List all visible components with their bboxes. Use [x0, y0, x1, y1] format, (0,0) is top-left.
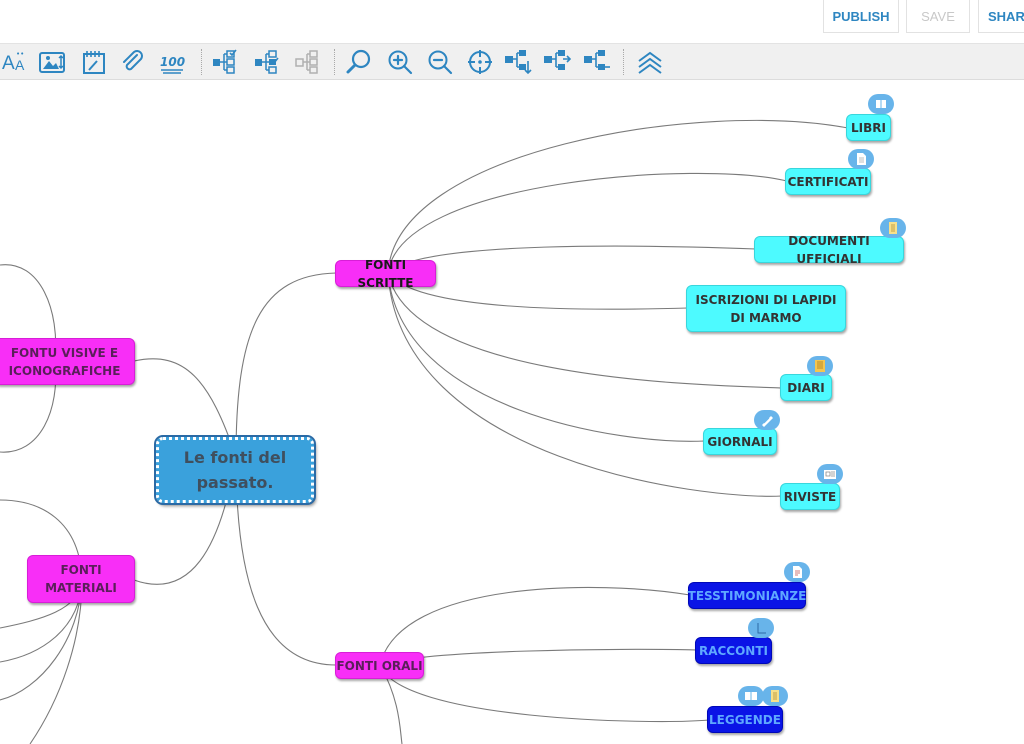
legend-notepad-icon[interactable]: [762, 686, 788, 706]
zoom-out-icon[interactable]: [425, 47, 455, 77]
svg-text:••: ••: [16, 50, 24, 58]
top-bar: PUBLISH SAVE SHAR: [0, 0, 1024, 42]
node-racconti[interactable]: RACCONTI: [695, 637, 772, 664]
select-disabled-icon[interactable]: [293, 47, 323, 77]
story-icon[interactable]: [748, 618, 774, 638]
publish-button[interactable]: PUBLISH: [823, 0, 899, 33]
toolbar: A A •• 100: [0, 43, 1024, 80]
node-documenti-ufficiali[interactable]: DOCUMENTI UFFICIALI: [754, 234, 904, 266]
notepad-icon[interactable]: [880, 218, 906, 238]
svg-text:100: 100: [160, 55, 185, 69]
node-giornali[interactable]: GIORNALI: [703, 428, 777, 455]
newspaper-icon[interactable]: [754, 410, 780, 430]
book-icon[interactable]: [868, 94, 894, 114]
toolbar-separator: [201, 49, 202, 75]
mindmap-canvas[interactable]: Le fonti del passato. FONTI SCRITTE FONT…: [0, 80, 1024, 744]
score-100-icon[interactable]: 100: [158, 47, 188, 77]
zoom-in-icon[interactable]: [385, 47, 415, 77]
svg-text:A: A: [15, 57, 25, 73]
share-button[interactable]: SHAR: [978, 0, 1024, 33]
save-button[interactable]: SAVE: [906, 0, 970, 33]
notebook-icon[interactable]: [807, 356, 833, 376]
collapse-tree-icon[interactable]: [542, 47, 572, 77]
node-fonti-visive[interactable]: FONTU VISIVE E ICONOGRAFICHE: [0, 338, 135, 385]
toolbar-separator: [334, 49, 335, 75]
layout-tree-icon[interactable]: [582, 47, 612, 77]
document-icon[interactable]: [848, 149, 874, 169]
root-node[interactable]: Le fonti del passato.: [154, 435, 316, 505]
expand-tree-icon[interactable]: [503, 47, 533, 77]
node-certificati[interactable]: CERTIFICATI: [785, 168, 871, 195]
node-fonti-orali[interactable]: FONTI ORALI: [335, 652, 424, 679]
magazine-icon[interactable]: [817, 464, 843, 484]
select-siblings-icon[interactable]: [252, 47, 282, 77]
search-icon[interactable]: [344, 47, 374, 77]
node-leggende[interactable]: LEGGENDE: [707, 706, 783, 733]
node-iscrizioni[interactable]: ISCRIZIONI DI LAPIDI DI MARMO: [686, 285, 846, 332]
image-icon[interactable]: [37, 47, 67, 77]
node-riviste[interactable]: RIVISTE: [780, 483, 840, 510]
toolbar-separator: [623, 49, 624, 75]
node-fonti-materiali[interactable]: FONTI MATERIALI: [27, 555, 135, 603]
node-testimonianze[interactable]: TESSTIMONIANZE: [688, 582, 806, 609]
attachment-icon[interactable]: [117, 47, 147, 77]
collapse-all-icon[interactable]: [635, 47, 665, 77]
node-libri[interactable]: LIBRI: [846, 114, 891, 141]
center-target-icon[interactable]: [465, 47, 495, 77]
testimony-document-icon[interactable]: [784, 562, 810, 582]
open-book-icon[interactable]: [738, 686, 764, 706]
font-size-icon[interactable]: A A ••: [0, 47, 30, 77]
node-diari[interactable]: DIARI: [780, 374, 832, 401]
calendar-note-icon[interactable]: [79, 47, 109, 77]
select-children-icon[interactable]: [210, 47, 240, 77]
node-fonti-scritte[interactable]: FONTI SCRITTE: [335, 258, 436, 290]
svg-text:A: A: [2, 53, 15, 74]
